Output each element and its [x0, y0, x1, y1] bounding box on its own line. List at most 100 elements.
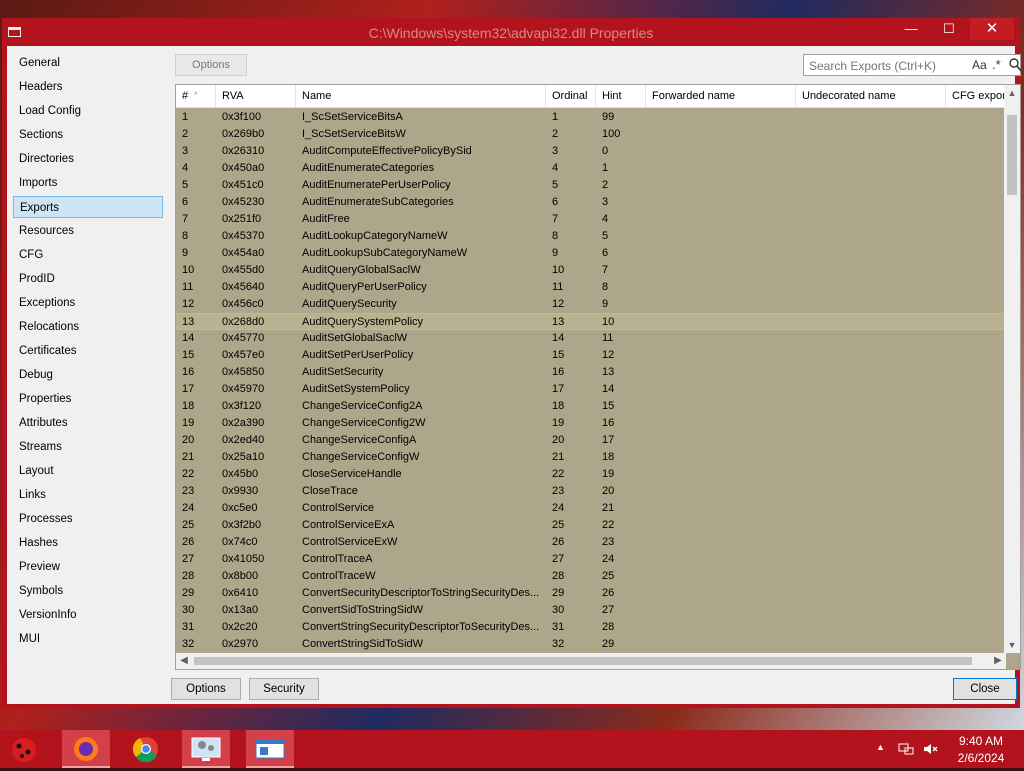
vertical-scrollbar[interactable]: ▲ ▼: [1004, 85, 1020, 653]
sidebar-item-layout[interactable]: Layout: [13, 460, 163, 482]
properties-window-icon[interactable]: [246, 730, 294, 768]
table-row[interactable]: 25 0x3f2b0 ControlServiceExA 25 22: [176, 517, 1006, 534]
sidebar-item-prodid[interactable]: ProdID: [13, 268, 163, 290]
column-header-hint[interactable]: Hint: [596, 85, 646, 107]
table-row[interactable]: 26 0x74c0 ControlServiceExW 26 23: [176, 534, 1006, 551]
table-row[interactable]: 13 0x268d0 AuditQuerySystemPolicy 13 10: [176, 313, 1006, 330]
column-header-rva[interactable]: RVA: [216, 85, 296, 107]
table-row[interactable]: 2 0x269b0 I_ScSetServiceBitsW 2 100: [176, 126, 1006, 143]
cell-name: I_ScSetServiceBitsW: [302, 128, 406, 140]
table-row[interactable]: 24 0xc5e0 ControlService 24 21: [176, 500, 1006, 517]
table-row[interactable]: 12 0x456c0 AuditQuerySecurity 12 9: [176, 296, 1006, 313]
table-row[interactable]: 20 0x2ed40 ChangeServiceConfigA 20 17: [176, 432, 1006, 449]
table-row[interactable]: 6 0x45230 AuditEnumerateSubCategories 6 3: [176, 194, 1006, 211]
sidebar-item-links[interactable]: Links: [13, 484, 163, 506]
close-window-button[interactable]: ✕: [970, 18, 1014, 40]
regex-toggle[interactable]: .*: [992, 57, 1001, 72]
sidebar-item-exceptions[interactable]: Exceptions: [13, 292, 163, 314]
maximize-icon[interactable]: ☐: [934, 18, 964, 40]
table-row[interactable]: 14 0x45770 AuditSetGlobalSaclW 14 11: [176, 330, 1006, 347]
clock-time[interactable]: 9:40 AM: [950, 734, 1012, 748]
cell-number: 16: [182, 366, 195, 378]
column-header-ordinal[interactable]: Ordinal: [546, 85, 596, 107]
search-input[interactable]: [807, 57, 969, 75]
table-row[interactable]: 31 0x2c20 ConvertStringSecurityDescriptorT…: [176, 619, 1006, 636]
sidebar-item-headers[interactable]: Headers: [13, 76, 163, 98]
table-row[interactable]: 29 0x6410 ConvertSecurityDescriptorToStrin…: [176, 585, 1006, 602]
sidebar-item-streams[interactable]: Streams: [13, 436, 163, 458]
column-header-number[interactable]: # ^: [176, 85, 216, 107]
sidebar-item-relocations[interactable]: Relocations: [13, 316, 163, 338]
horizontal-scrollbar[interactable]: ◀ ▶: [176, 653, 1006, 669]
table-row[interactable]: 15 0x457e0 AuditSetPerUserPolicy 15 12: [176, 347, 1006, 364]
system-monitor-icon[interactable]: [182, 730, 230, 768]
sidebar-item-sections[interactable]: Sections: [13, 124, 163, 146]
table-row[interactable]: 1 0x3f100 I_ScSetServiceBitsA 1 99: [176, 109, 1006, 126]
sidebar-item-debug[interactable]: Debug: [13, 364, 163, 386]
table-row[interactable]: 3 0x26310 AuditComputeEffectivePolicyBySid…: [176, 143, 1006, 160]
sidebar-item-mui[interactable]: MUI: [13, 628, 163, 650]
show-hidden-icons-icon[interactable]: ▲: [876, 742, 885, 752]
scroll-down-icon[interactable]: ▼: [1004, 637, 1020, 653]
minimize-icon[interactable]: —: [896, 18, 926, 40]
table-row[interactable]: 7 0x251f0 AuditFree 7 4: [176, 211, 1006, 228]
table-row[interactable]: 30 0x13a0 ConvertSidToStringSidW 30 27: [176, 602, 1006, 619]
table-row[interactable]: 18 0x3f120 ChangeServiceConfig2A 18 15: [176, 398, 1006, 415]
cell-name: ConvertSidToStringSidW: [302, 604, 424, 616]
column-header-forwarded-name[interactable]: Forwarded name: [646, 85, 796, 107]
cell-ordinal: 31: [552, 621, 565, 633]
options-button[interactable]: Options: [171, 678, 241, 700]
column-header-undecorated-name[interactable]: Undecorated name: [796, 85, 946, 107]
sidebar-item-processes[interactable]: Processes: [13, 508, 163, 530]
table-row[interactable]: 27 0x41050 ControlTraceA 27 24: [176, 551, 1006, 568]
network-icon[interactable]: [898, 741, 914, 757]
column-header-name[interactable]: Name: [296, 85, 546, 107]
sidebar-item-attributes[interactable]: Attributes: [13, 412, 163, 434]
security-button[interactable]: Security: [249, 678, 319, 700]
cell-number: 13: [182, 316, 195, 328]
table-row[interactable]: 32 0x2970 ConvertStringSidToSidW 32 29: [176, 636, 1006, 653]
scroll-left-icon[interactable]: ◀: [176, 653, 192, 669]
volume-muted-icon[interactable]: [922, 741, 938, 757]
scroll-up-icon[interactable]: ▲: [1004, 85, 1020, 101]
table-row[interactable]: 16 0x45850 AuditSetSecurity 16 13: [176, 364, 1006, 381]
table-row[interactable]: 8 0x45370 AuditLookupCategoryNameW 8 5: [176, 228, 1006, 245]
sidebar-item-imports[interactable]: Imports: [13, 172, 163, 194]
sidebar-item-properties[interactable]: Properties: [13, 388, 163, 410]
table-row[interactable]: 28 0x8b00 ControlTraceW 28 25: [176, 568, 1006, 585]
search-icon[interactable]: [1008, 57, 1022, 73]
table-row[interactable]: 22 0x45b0 CloseServiceHandle 22 19: [176, 466, 1006, 483]
firefox-icon[interactable]: [62, 730, 110, 768]
table-row[interactable]: 5 0x451c0 AuditEnumeratePerUserPolicy 5 2: [176, 177, 1006, 194]
table-row[interactable]: 21 0x25a10 ChangeServiceConfigW 21 18: [176, 449, 1006, 466]
sidebar-item-versioninfo[interactable]: VersionInfo: [13, 604, 163, 626]
table-row[interactable]: 9 0x454a0 AuditLookupSubCategoryNameW 9 6: [176, 245, 1006, 262]
table-row[interactable]: 10 0x455d0 AuditQueryGlobalSaclW 10 7: [176, 262, 1006, 279]
table-row[interactable]: 23 0x9930 CloseTrace 23 20: [176, 483, 1006, 500]
table-row[interactable]: 19 0x2a390 ChangeServiceConfig2W 19 16: [176, 415, 1006, 432]
sidebar-item-general[interactable]: General: [13, 52, 163, 74]
close-button[interactable]: Close: [953, 678, 1017, 700]
chrome-icon[interactable]: [122, 730, 170, 768]
sidebar-item-cfg[interactable]: CFG: [13, 244, 163, 266]
table-row[interactable]: 4 0x450a0 AuditEnumerateCategories 4 1: [176, 160, 1006, 177]
sidebar-item-preview[interactable]: Preview: [13, 556, 163, 578]
table-row[interactable]: 17 0x45970 AuditSetSystemPolicy 17 14: [176, 381, 1006, 398]
sidebar-item-hashes[interactable]: Hashes: [13, 532, 163, 554]
table-row[interactable]: 11 0x45640 AuditQueryPerUserPolicy 11 8: [176, 279, 1006, 296]
title-bar[interactable]: C:\Windows\system32\advapi32.dll Propert…: [2, 18, 1020, 46]
sidebar-item-directories[interactable]: Directories: [13, 148, 163, 170]
horizontal-scroll-thumb[interactable]: [194, 657, 972, 665]
scroll-right-icon[interactable]: ▶: [990, 653, 1006, 669]
sidebar-item-load-config[interactable]: Load Config: [13, 100, 163, 122]
options-toolbar-button[interactable]: Options: [175, 54, 247, 76]
sidebar-item-exports[interactable]: Exports: [13, 196, 163, 218]
clock-date[interactable]: 2/6/2024: [950, 751, 1012, 765]
search-box[interactable]: Aa .*: [803, 54, 1022, 76]
match-case-toggle[interactable]: Aa: [972, 58, 987, 72]
sidebar-item-resources[interactable]: Resources: [13, 220, 163, 242]
vertical-scroll-thumb[interactable]: [1007, 115, 1017, 195]
sidebar-item-symbols[interactable]: Symbols: [13, 580, 163, 602]
sidebar-item-certificates[interactable]: Certificates: [13, 340, 163, 362]
ladybug-start-icon[interactable]: [0, 730, 48, 768]
